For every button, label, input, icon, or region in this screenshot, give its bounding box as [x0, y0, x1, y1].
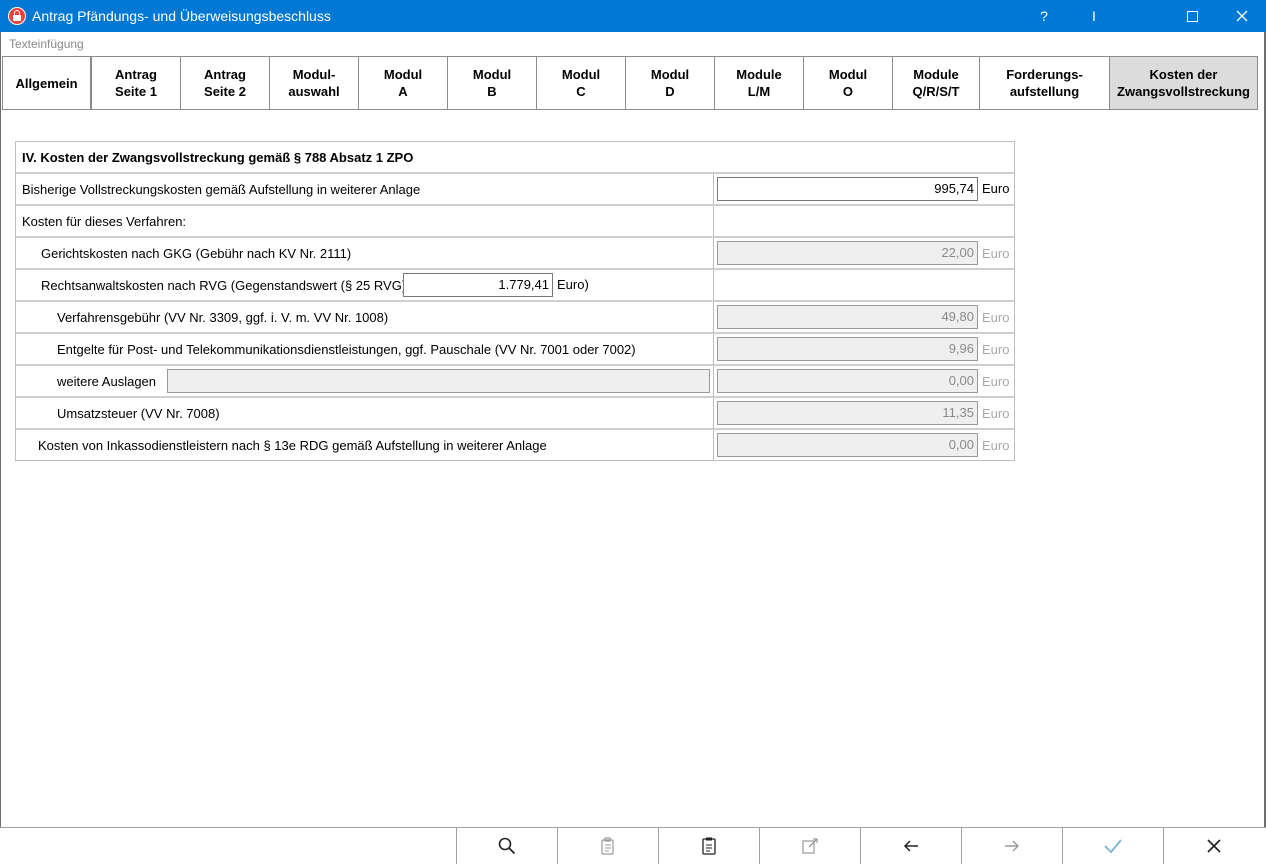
close-window-button[interactable] — [1218, 0, 1266, 32]
form-heading: IV. Kosten der Zwangsvollstreckung gemäß… — [22, 149, 414, 165]
arrow-left-icon — [903, 840, 918, 852]
unit-euro: Euro — [982, 406, 1010, 421]
umsatzsteuer-field: 11,35 — [717, 401, 978, 425]
row-weitere-auslagen: weitere Auslagen 0,00 Euro — [16, 366, 1014, 398]
tab-modul-c[interactable]: Modul C — [536, 56, 626, 110]
verfahrensgebuehr-label: Verfahrensgebühr (VV Nr. 3309, ggf. i. V… — [57, 309, 389, 325]
cancel-button[interactable] — [1163, 828, 1264, 864]
tab-strip: Allgemein Antrag Seite 1 Antrag Seite 2 … — [2, 56, 1258, 110]
column-divider — [713, 238, 714, 268]
bottom-toolbar — [0, 827, 1266, 864]
verfahrensgebuehr-field: 49,80 — [717, 305, 978, 329]
entgelte-label: Entgelte für Post- und Telekommunikation… — [57, 341, 636, 357]
column-divider — [713, 366, 714, 396]
tab-antrag-seite-1[interactable]: Antrag Seite 1 — [91, 56, 181, 110]
column-divider — [713, 398, 714, 428]
gerichtskosten-field: 22,00 — [717, 241, 978, 265]
umsatzsteuer-label: Umsatzsteuer (VV Nr. 7008) — [57, 405, 220, 421]
close-icon — [1236, 10, 1248, 22]
form-heading-row: IV. Kosten der Zwangsvollstreckung gemäß… — [16, 142, 1014, 174]
column-divider — [713, 206, 714, 236]
inkasso-label: Kosten von Inkassodienstleistern nach § … — [38, 437, 547, 453]
row-gerichtskosten: Gerichtskosten nach GKG (Gebühr nach KV … — [16, 238, 1014, 270]
gegenstandswert-field[interactable]: 1.779,41 — [403, 273, 553, 297]
window-border-left — [0, 32, 1, 864]
edit-button[interactable] — [759, 828, 860, 864]
weitere-auslagen-text-field — [167, 369, 710, 393]
help-button[interactable]: ? — [1020, 0, 1068, 32]
tab-modul-a[interactable]: Modul A — [358, 56, 448, 110]
minimize-button[interactable]: I — [1070, 0, 1118, 32]
arrow-right-icon — [1005, 840, 1020, 852]
tab-module-lm[interactable]: Module L/M — [714, 56, 804, 110]
title-bar: Antrag Pfändungs- und Überweisungsbeschl… — [0, 0, 1266, 32]
unit-euro: Euro — [982, 438, 1010, 453]
row-entgelte: Entgelte für Post- und Telekommunikation… — [16, 334, 1014, 366]
kosten-form: IV. Kosten der Zwangsvollstreckung gemäß… — [15, 141, 1015, 461]
unit-euro: Euro — [982, 342, 1010, 357]
column-divider — [713, 430, 714, 460]
tab-antrag-seite-2[interactable]: Antrag Seite 2 — [180, 56, 270, 110]
ok-button[interactable] — [1062, 828, 1163, 864]
edit-icon — [802, 838, 818, 854]
tab-forderungsaufstellung[interactable]: Forderungs- aufstellung — [979, 56, 1110, 110]
search-icon — [498, 837, 516, 855]
column-divider — [713, 270, 714, 300]
document-icon — [702, 837, 716, 855]
document-button[interactable] — [658, 828, 759, 864]
rvg-label: Rechtsanwaltskosten nach RVG (Gegenstand… — [41, 277, 410, 293]
maximize-button[interactable] — [1168, 0, 1216, 32]
search-button[interactable] — [456, 828, 557, 864]
paste-button[interactable] — [557, 828, 658, 864]
row-inkasso: Kosten von Inkassodienstleistern nach § … — [16, 430, 1014, 460]
tab-modul-d[interactable]: Modul D — [625, 56, 715, 110]
entgelte-field: 9,96 — [717, 337, 978, 361]
column-divider — [713, 302, 714, 332]
close-icon — [1207, 839, 1221, 853]
bisherige-kosten-field[interactable]: 995,74 — [717, 177, 978, 201]
weitere-auslagen-label: weitere Auslagen — [57, 373, 157, 389]
tab-modul-b[interactable]: Modul B — [447, 56, 537, 110]
unit-euro: Euro — [982, 246, 1010, 261]
column-divider — [713, 334, 714, 364]
tab-modul-o[interactable]: Modul O — [803, 56, 893, 110]
unit-euro: Euro — [982, 374, 1010, 389]
app-lock-icon — [8, 7, 26, 25]
maximize-icon — [1186, 10, 1198, 22]
unit-euro: Euro — [982, 181, 1010, 196]
tab-allgemein[interactable]: Allgemein — [2, 56, 91, 110]
row-verfahrensgebuehr: Verfahrensgebühr (VV Nr. 3309, ggf. i. V… — [16, 302, 1014, 334]
tab-module-qrst[interactable]: Module Q/R/S/T — [892, 56, 980, 110]
row-kosten-dieses: Kosten für dieses Verfahren: — [16, 206, 1014, 238]
tab-modulauswahl[interactable]: Modul- auswahl — [269, 56, 359, 110]
gerichtskosten-label: Gerichtskosten nach GKG (Gebühr nach KV … — [41, 245, 352, 261]
check-icon — [1104, 839, 1122, 854]
window-title: Antrag Pfändungs- und Überweisungsbeschl… — [32, 8, 331, 24]
back-button[interactable] — [860, 828, 961, 864]
menu-texteinfuegung[interactable]: Texteinfügung — [9, 37, 84, 51]
paste-icon — [601, 837, 614, 855]
inkasso-field: 0,00 — [717, 433, 978, 457]
tab-kosten-zwangsvollstreckung[interactable]: Kosten der Zwangsvollstreckung — [1109, 56, 1258, 110]
kosten-dieses-label: Kosten für dieses Verfahren: — [22, 213, 187, 229]
rvg-euro-suffix: Euro) — [557, 277, 589, 292]
row-bisherige: Bisherige Vollstreckungskosten gemäß Auf… — [16, 174, 1014, 206]
unit-euro: Euro — [982, 310, 1010, 325]
column-divider — [713, 174, 714, 204]
weitere-auslagen-field: 0,00 — [717, 369, 978, 393]
row-rvg: Rechtsanwaltskosten nach RVG (Gegenstand… — [16, 270, 1014, 302]
bisherige-label: Bisherige Vollstreckungskosten gemäß Auf… — [22, 181, 421, 197]
forward-button[interactable] — [961, 828, 1062, 864]
row-umsatzsteuer: Umsatzsteuer (VV Nr. 7008) 11,35 Euro — [16, 398, 1014, 430]
